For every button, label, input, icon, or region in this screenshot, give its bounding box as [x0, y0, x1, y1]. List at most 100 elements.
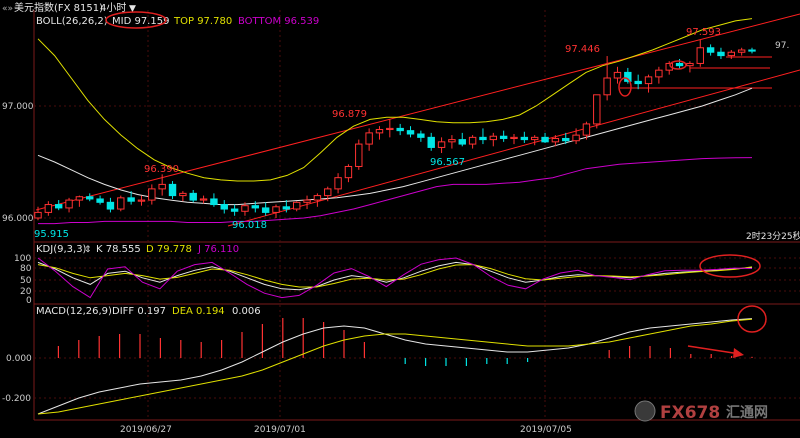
watermark-cn: 汇通网 [726, 405, 768, 421]
price-tick-right: 97. [775, 41, 789, 51]
candle-body [272, 206, 280, 213]
candle-body [148, 188, 156, 201]
price-label-96879: 96.879 [332, 109, 367, 120]
date-label-3: 2019/07/05 [520, 425, 572, 435]
kdj-tick-0: 0 [26, 296, 32, 306]
candle-body [355, 143, 363, 167]
price-label-95915: 95.915 [34, 229, 69, 240]
watermark-globe-icon [634, 400, 656, 422]
candle-body [199, 198, 208, 201]
candle-body [54, 204, 63, 209]
price-label-96018: 96.018 [232, 220, 267, 231]
candle-body [530, 136, 539, 141]
macd-legend-diff: DIFF 0.197 [112, 306, 166, 317]
candle-body [34, 211, 42, 219]
candle-body [510, 136, 518, 139]
kdj-legend-name: KDJ(9,3,3) [36, 244, 87, 255]
macd-tick-0: 0.000 [6, 354, 32, 364]
watermark-text: FX678 [660, 403, 720, 423]
candle-body [479, 136, 487, 141]
candle-body [44, 204, 53, 213]
price-label-97593: 97.593 [686, 27, 721, 38]
candle-body [748, 49, 756, 52]
boll-legend-bottom: BOTTOM 96.539 [238, 16, 319, 27]
candle-body [313, 195, 322, 201]
candle-body [582, 123, 591, 136]
boll-legend-top: TOP 97.780 [173, 16, 232, 27]
candle-body [261, 207, 270, 213]
candle-body [189, 192, 197, 201]
candle-body [292, 201, 301, 210]
candle-body [282, 206, 291, 210]
candle-body [406, 130, 415, 135]
macd-legend-dea: DEA 0.194 [172, 306, 225, 317]
chart-canvas[interactable]: «» 美元指数(FX 8151) 4小时 ▼ BOLL(26,26,2) MID… [0, 0, 800, 438]
candle-body [158, 183, 166, 190]
candle-body [572, 134, 580, 142]
candle-body [541, 136, 549, 143]
kdj-tick-50: 50 [20, 276, 32, 286]
candle-body [179, 192, 187, 197]
candle-body [696, 47, 704, 64]
candle-body [230, 208, 239, 212]
candle-body [65, 199, 73, 209]
candle-body [386, 127, 394, 131]
candle-body [489, 135, 498, 141]
date-label-2: 2019/07/01 [254, 425, 306, 435]
candle-body [655, 69, 663, 78]
price-label-96567: 96.567 [430, 157, 465, 168]
macd-legend-value: 0.006 [232, 306, 261, 317]
candle-body [75, 196, 84, 201]
candle-body [365, 132, 373, 145]
candle-body [717, 51, 725, 57]
candle-body [117, 197, 125, 210]
candle-body [499, 135, 508, 139]
candle-body [644, 76, 653, 85]
candle-body [106, 201, 115, 210]
candle-body [613, 71, 622, 79]
candle-body [706, 47, 715, 53]
candle-body [562, 137, 570, 142]
kdj-legend-j: J 76.110 [197, 244, 239, 255]
candle-body [603, 77, 611, 96]
candle-body [303, 199, 311, 203]
date-label-1: 2019/06/27 [120, 425, 172, 435]
candle-body [551, 137, 560, 143]
header-expand-icon[interactable]: «» [2, 4, 13, 14]
candle-body [127, 197, 135, 202]
candle-body [137, 199, 146, 202]
candle-body [210, 198, 218, 206]
price-label-96390: 96.390 [144, 164, 179, 175]
kdj-legend-k: K 78.555 [96, 244, 141, 255]
candle-body [634, 80, 642, 85]
candle-body [468, 136, 477, 145]
bar-countdown: 2时23分25秒 [746, 230, 800, 242]
instrument-title: 美元指数(FX 8151) [14, 1, 103, 14]
candle-body [375, 129, 384, 134]
kdj-legend-arrow-icon: ⇕ [84, 245, 92, 255]
kdj-legend-d: D 79.778 [146, 244, 192, 255]
candle-body [458, 139, 466, 145]
kdj-tick-80: 80 [20, 264, 32, 274]
macd-legend-name: MACD(12,26,9) [36, 306, 112, 317]
kdj-tick-100: 100 [14, 254, 31, 264]
candle-body [686, 62, 694, 67]
candle-body [220, 204, 228, 210]
boll-legend-mid: MID 97.159 [112, 16, 169, 27]
candle-body [86, 196, 94, 200]
candle-body [593, 94, 601, 125]
candle-body [251, 205, 260, 209]
price-tick-96: 96.000 [2, 214, 34, 224]
price-label-97446: 97.446 [565, 44, 600, 55]
candle-body [427, 136, 435, 148]
boll-legend-name: BOLL(26,26,2) [36, 16, 108, 27]
candle-body [96, 198, 104, 203]
candle-body [241, 205, 249, 212]
price-tick-97: 97.000 [2, 102, 34, 112]
candle-body [737, 49, 746, 53]
candle-body [727, 51, 736, 57]
candle-body [437, 141, 446, 148]
candle-body [448, 139, 456, 143]
candle-body [324, 188, 332, 197]
candle-body [168, 183, 177, 197]
